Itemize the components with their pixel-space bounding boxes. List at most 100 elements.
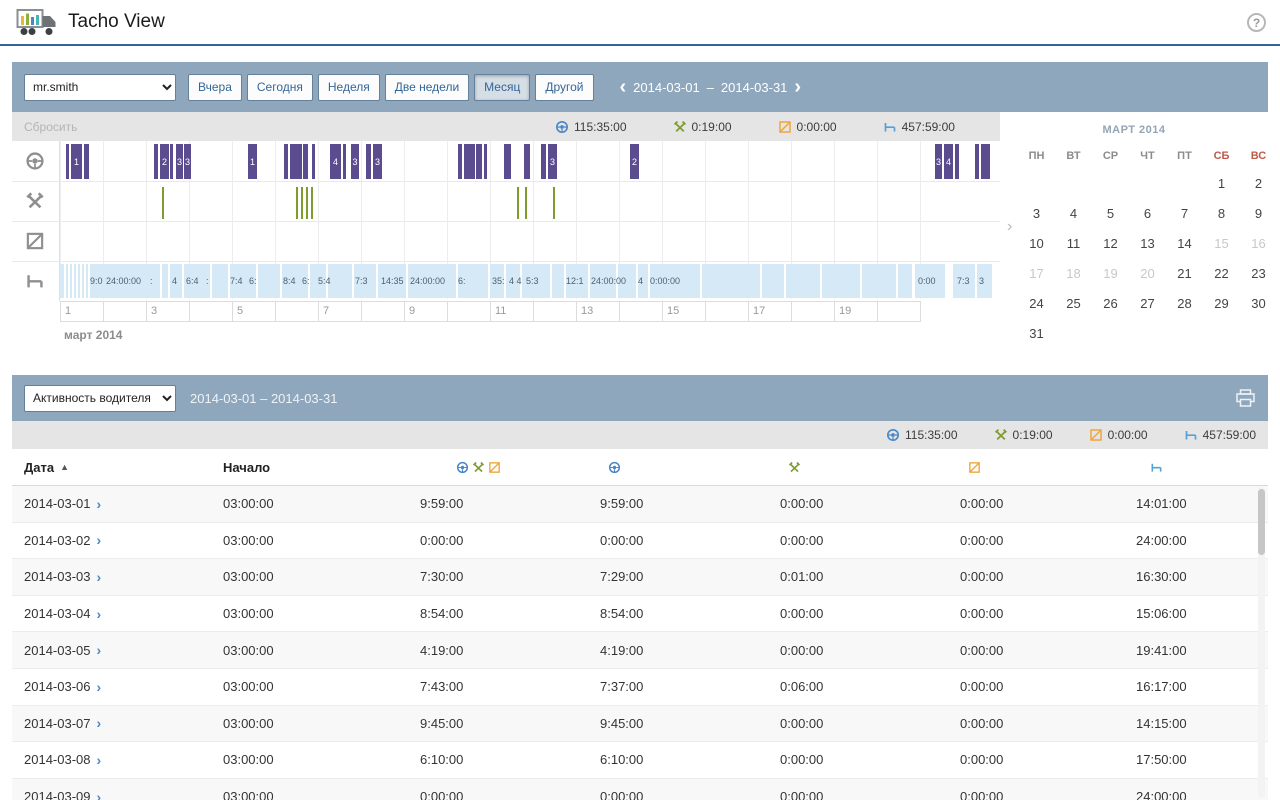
calendar-empty-cell <box>1129 318 1166 348</box>
calendar-day[interactable]: 14 <box>1166 228 1203 258</box>
reset-button[interactable]: Сбросить <box>24 120 77 134</box>
table-scrollbar[interactable] <box>1258 487 1265 798</box>
range-button-3[interactable]: Неделя <box>318 74 380 101</box>
axis-cell <box>276 301 319 322</box>
print-button[interactable] <box>1235 389 1256 408</box>
calendar-day[interactable]: 3 <box>1018 198 1055 228</box>
row-total: 4:19:00 <box>420 643 600 658</box>
row-expand-chevron-icon[interactable]: › <box>97 753 102 767</box>
rest-gap <box>896 264 898 298</box>
row-expand-chevron-icon[interactable]: › <box>97 497 102 511</box>
rest-icon <box>25 271 45 291</box>
stat-rest: 457:59:00 <box>1184 428 1256 442</box>
range-button-1[interactable]: Вчера <box>188 74 242 101</box>
work-icon <box>472 461 485 474</box>
row-expand-chevron-icon[interactable]: › <box>97 643 102 657</box>
calendar-day[interactable]: 7 <box>1166 198 1203 228</box>
calendar-day[interactable]: 26 <box>1092 288 1129 318</box>
table-row[interactable]: 2014-03-09›03:00:000:00:000:00:000:00:00… <box>12 779 1268 800</box>
calendar-day[interactable]: 10 <box>1018 228 1055 258</box>
table-row[interactable]: 2014-03-02›03:00:000:00:000:00:000:00:00… <box>12 523 1268 560</box>
calendar-day[interactable]: 16 <box>1240 228 1277 258</box>
rest-icon <box>1184 428 1198 442</box>
work-bar <box>553 187 555 219</box>
row-expand-chevron-icon[interactable]: › <box>97 607 102 621</box>
calendar-day[interactable]: 1 <box>1203 168 1240 198</box>
row-date-label: 2014-03-08 <box>24 752 91 767</box>
calendar-day[interactable]: 20 <box>1129 258 1166 288</box>
rest-segment: 0:00 <box>915 264 945 298</box>
row-work: 0:01:00 <box>780 569 960 584</box>
calendar-day[interactable]: 5 <box>1092 198 1129 228</box>
calendar-day[interactable]: 13 <box>1129 228 1166 258</box>
row-total: 8:54:00 <box>420 606 600 621</box>
row-start: 03:00:00 <box>223 533 420 548</box>
next-range-chevron-icon[interactable]: › <box>794 77 801 97</box>
range-button-6[interactable]: Другой <box>535 74 593 101</box>
calendar-panel: › МАРТ 2014 ПНВТСРЧТПТСБВС12345678910111… <box>1000 112 1268 352</box>
scrollbar-thumb[interactable] <box>1258 489 1265 555</box>
row-expand-chevron-icon[interactable]: › <box>97 716 102 730</box>
axis-cell <box>362 301 405 322</box>
rest-duration-label: 7:3 <box>355 264 368 298</box>
rest-icon <box>1150 461 1163 474</box>
range-button-5[interactable]: Месяц <box>474 74 530 101</box>
calendar-day[interactable]: 25 <box>1055 288 1092 318</box>
calendar-day[interactable]: 17 <box>1018 258 1055 288</box>
calendar-collapse-chevron-icon[interactable]: › <box>1007 218 1012 236</box>
driver-select[interactable]: mr.smith <box>24 74 176 101</box>
calendar-day[interactable]: 12 <box>1092 228 1129 258</box>
app-title: Tacho View <box>68 11 165 33</box>
filter-toolbar: mr.smith ВчераСегодняНеделяДве неделиМес… <box>12 62 1268 112</box>
calendar-day[interactable]: 19 <box>1092 258 1129 288</box>
stat-value: 0:19:00 <box>1013 428 1053 442</box>
calendar-day[interactable]: 15 <box>1203 228 1240 258</box>
driving-icon <box>555 120 569 134</box>
row-expand-chevron-icon[interactable]: › <box>97 680 102 694</box>
calendar-day[interactable]: 11 <box>1055 228 1092 258</box>
row-expand-chevron-icon[interactable]: › <box>97 570 102 584</box>
calendar-weekday: ВТ <box>1055 144 1092 168</box>
range-button-4[interactable]: Две недели <box>385 74 469 101</box>
calendar-day[interactable]: 31 <box>1018 318 1055 348</box>
table-row[interactable]: 2014-03-03›03:00:007:30:007:29:000:01:00… <box>12 559 1268 596</box>
calendar-day[interactable]: 29 <box>1203 288 1240 318</box>
table-row[interactable]: 2014-03-06›03:00:007:43:007:37:000:06:00… <box>12 669 1268 706</box>
calendar-day[interactable]: 21 <box>1166 258 1203 288</box>
report-toolbar: Активность водителя 2014-03-01 – 2014-03… <box>12 375 1268 421</box>
calendar-day[interactable]: 9 <box>1240 198 1277 228</box>
row-availability: 0:00:00 <box>960 716 1136 731</box>
table-row[interactable]: 2014-03-05›03:00:004:19:004:19:000:00:00… <box>12 632 1268 669</box>
axis-label: 17 <box>753 305 765 317</box>
calendar-day[interactable]: 18 <box>1055 258 1092 288</box>
calendar-day[interactable]: 30 <box>1240 288 1277 318</box>
calendar-day[interactable]: 6 <box>1129 198 1166 228</box>
table-row[interactable]: 2014-03-01›03:00:009:59:009:59:000:00:00… <box>12 486 1268 523</box>
row-driving: 9:59:00 <box>600 496 780 511</box>
table-row[interactable]: 2014-03-07›03:00:009:45:009:45:000:00:00… <box>12 706 1268 743</box>
calendar-day[interactable]: 8 <box>1203 198 1240 228</box>
stat-value: 0:00:00 <box>1108 428 1148 442</box>
rest-gap <box>784 264 786 298</box>
calendar-day[interactable]: 4 <box>1055 198 1092 228</box>
col-date-header[interactable]: Дата ▲ <box>24 460 223 475</box>
report-stats: 115:35:000:19:000:00:00457:59:00 <box>886 428 1268 442</box>
calendar-day[interactable]: 2 <box>1240 168 1277 198</box>
help-button[interactable]: ? <box>1247 13 1266 32</box>
calendar-day[interactable]: 24 <box>1018 288 1055 318</box>
stat-work: 0:19:00 <box>673 120 732 134</box>
row-expand-chevron-icon[interactable]: › <box>97 533 102 547</box>
axis-label: 3 <box>151 305 157 317</box>
calendar-day[interactable]: 23 <box>1240 258 1277 288</box>
report-type-select[interactable]: Активность водителя <box>24 385 176 412</box>
calendar-day[interactable]: 27 <box>1129 288 1166 318</box>
prev-range-chevron-icon[interactable]: ‹ <box>620 77 627 97</box>
table-row[interactable]: 2014-03-04›03:00:008:54:008:54:000:00:00… <box>12 596 1268 633</box>
calendar-day[interactable]: 28 <box>1166 288 1203 318</box>
row-expand-chevron-icon[interactable]: › <box>97 790 102 800</box>
summary-stats: 115:35:000:19:000:00:00457:59:00 <box>555 120 955 134</box>
table-row[interactable]: 2014-03-08›03:00:006:10:006:10:000:00:00… <box>12 742 1268 779</box>
driving-bar <box>524 144 530 179</box>
calendar-day[interactable]: 22 <box>1203 258 1240 288</box>
range-button-2[interactable]: Сегодня <box>247 74 313 101</box>
